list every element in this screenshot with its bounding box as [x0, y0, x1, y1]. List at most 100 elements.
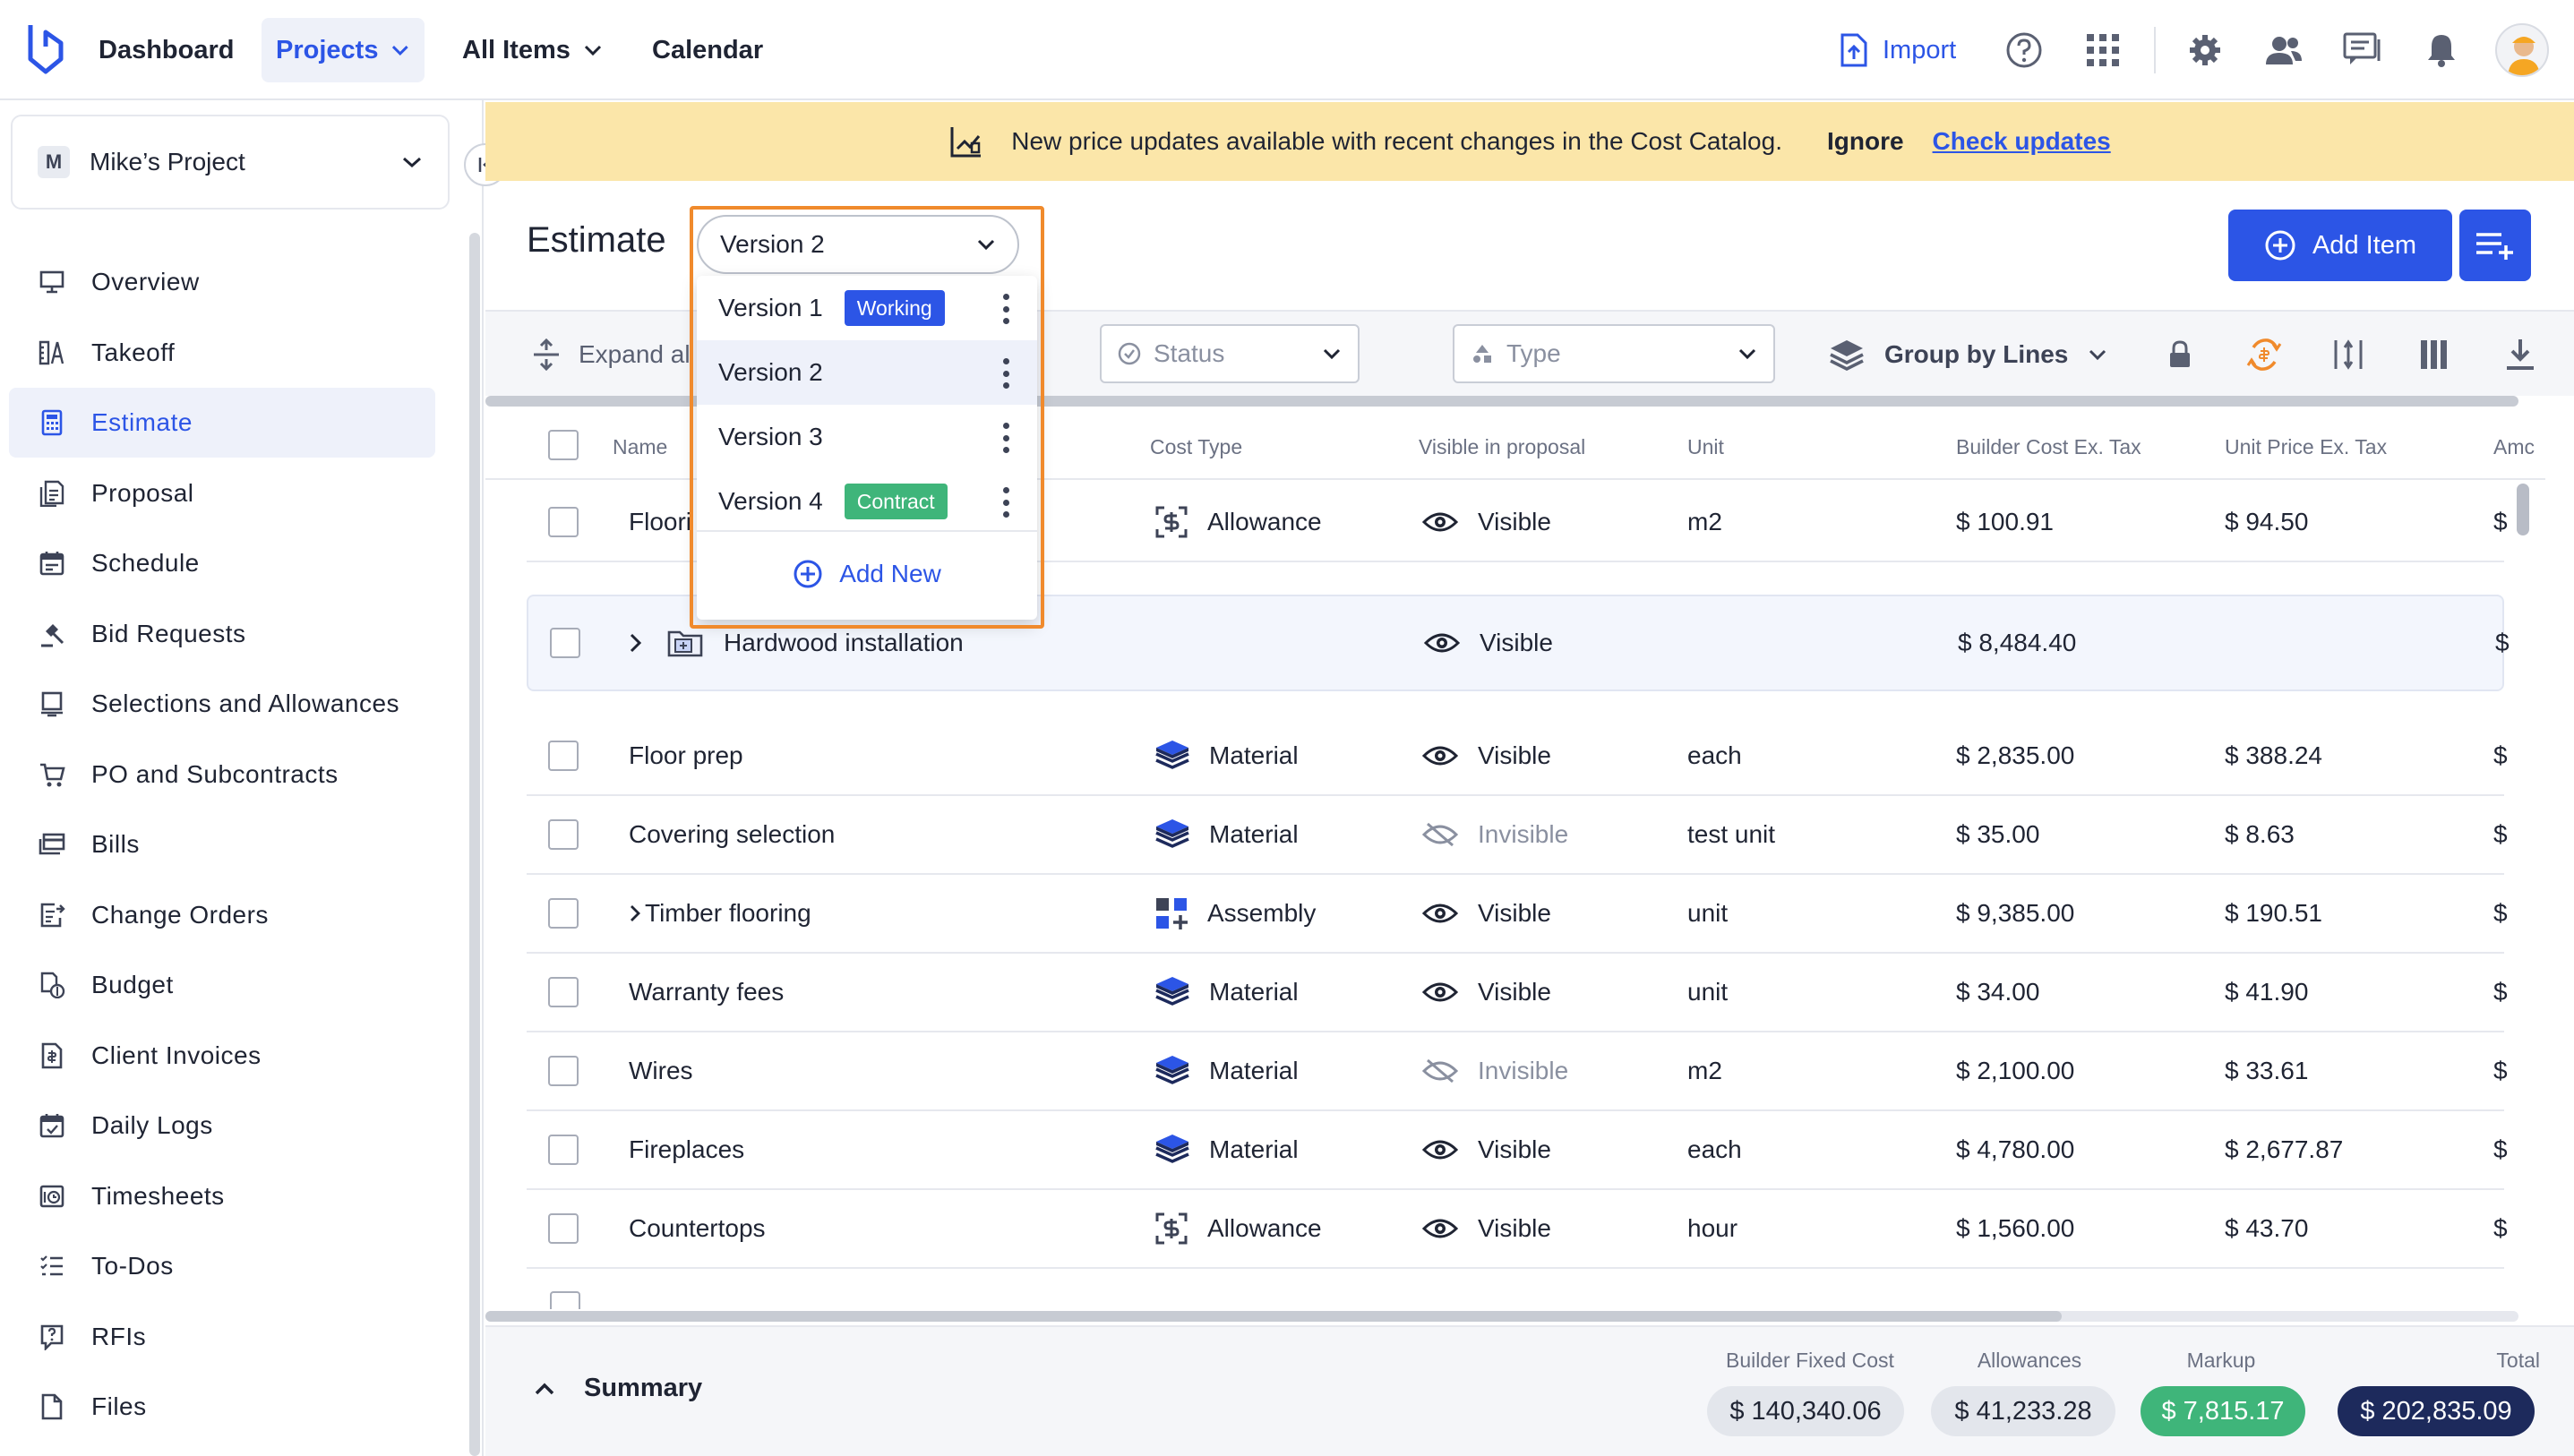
- apps-grid-icon[interactable]: [2081, 29, 2124, 72]
- row-unit: each: [1687, 1135, 1742, 1163]
- project-selector[interactable]: M Mike’s Project: [11, 115, 450, 210]
- download-icon[interactable]: [2497, 331, 2544, 378]
- group-by-lines-dropdown[interactable]: Group by Lines: [1829, 331, 2107, 378]
- row-checkbox[interactable]: [548, 1213, 579, 1244]
- eye-off-icon: [1422, 1058, 1458, 1084]
- check-updates-link[interactable]: Check updates: [1933, 127, 2111, 156]
- table-row[interactable]: Wires Material Invisible m2 $ 2,100.00 $…: [527, 1032, 2508, 1111]
- columns-icon[interactable]: [2411, 331, 2458, 378]
- select-all-checkbox[interactable]: [548, 430, 579, 460]
- row-cost-type: Material: [1154, 738, 1299, 774]
- nav-all-items[interactable]: All Items: [448, 18, 617, 82]
- col-amount[interactable]: Amc: [2493, 435, 2535, 459]
- eye-icon: [1422, 980, 1458, 1005]
- table-row[interactable]: Timber flooring Assembly Visible unit $ …: [527, 875, 2508, 954]
- nav-calendar[interactable]: Calendar: [638, 18, 777, 82]
- row-checkbox[interactable]: [548, 1056, 579, 1086]
- sidebar-item-files[interactable]: Files: [9, 1372, 435, 1442]
- add-list-button[interactable]: [2459, 210, 2531, 281]
- sidebar-item-daily-logs[interactable]: Daily Logs: [9, 1091, 435, 1161]
- row-visibility[interactable]: Visible: [1422, 1135, 1551, 1164]
- col-unit-price[interactable]: Unit Price Ex. Tax: [2225, 435, 2387, 459]
- status-filter[interactable]: Status: [1100, 324, 1360, 383]
- row-checkbox[interactable]: [548, 898, 579, 929]
- sidebar-item-label: Timesheets: [91, 1182, 225, 1210]
- row-cost-type: Allowance: [1154, 504, 1322, 540]
- sidebar-item-schedule[interactable]: Schedule: [9, 528, 435, 598]
- expand-all-button[interactable]: Expand al: [532, 331, 691, 378]
- app-logo-icon[interactable]: [25, 20, 66, 77]
- row-checkbox[interactable]: [548, 741, 579, 771]
- sidebar-item-takeoff[interactable]: Takeoff: [9, 318, 435, 388]
- horizontal-scrollbar-bottom[interactable]: [485, 1311, 2062, 1322]
- user-avatar[interactable]: [2495, 23, 2549, 77]
- col-builder-cost[interactable]: Builder Cost Ex. Tax: [1956, 435, 2141, 459]
- messages-icon[interactable]: [2341, 29, 2384, 72]
- eye-icon: [1422, 1137, 1458, 1162]
- add-item-button[interactable]: Add Item: [2228, 210, 2452, 281]
- material-icon: [1154, 974, 1191, 1010]
- row-name: Wires: [629, 1057, 693, 1084]
- table-row[interactable]: Covering selection Material Invisible te…: [527, 796, 2508, 875]
- row-builder-cost: $ 35.00: [1956, 820, 2040, 848]
- col-cost-type[interactable]: Cost Type: [1150, 435, 1242, 459]
- row-amount: $: [2493, 1135, 2508, 1163]
- table-row[interactable]: Countertops Allowance Visible hour $ 1,5…: [527, 1190, 2508, 1269]
- sidebar-scrollbar[interactable]: [469, 233, 480, 1456]
- col-name[interactable]: Name: [613, 435, 667, 459]
- sidebar-item-po-and-subcontracts[interactable]: PO and Subcontracts: [9, 740, 435, 809]
- sidebar-item-overview[interactable]: Overview: [9, 247, 435, 317]
- sidebar-item-proposal[interactable]: Proposal: [9, 458, 435, 528]
- row-visibility[interactable]: Visible: [1422, 741, 1551, 770]
- row-name: Floor prep: [629, 741, 743, 769]
- todo-icon: [36, 1250, 68, 1282]
- col-unit[interactable]: Unit: [1687, 435, 1724, 459]
- type-filter[interactable]: Type: [1453, 324, 1775, 383]
- sidebar-item-bills[interactable]: Bills: [9, 809, 435, 879]
- sync-prices-icon[interactable]: [2241, 331, 2287, 378]
- row-builder-cost: $ 2,100.00: [1956, 1057, 2075, 1084]
- row-unit-price: $ 190.51: [2225, 899, 2322, 927]
- row-checkbox[interactable]: [548, 977, 579, 1007]
- chevron-down-icon: [1323, 348, 1341, 360]
- sidebar-item-to-dos[interactable]: To-Dos: [9, 1231, 435, 1301]
- row-checkbox[interactable]: [548, 1135, 579, 1165]
- row-visibility[interactable]: Visible: [1422, 508, 1551, 536]
- sidebar-item-timesheets[interactable]: Timesheets: [9, 1161, 435, 1231]
- row-checkbox[interactable]: [548, 507, 579, 537]
- col-visible[interactable]: Visible in proposal: [1419, 435, 1585, 459]
- ignore-link[interactable]: Ignore: [1827, 127, 1904, 156]
- sidebar-item-budget[interactable]: Budget: [9, 950, 435, 1020]
- column-resize-icon[interactable]: [2325, 331, 2372, 378]
- sidebar-item-change-orders[interactable]: Change Orders: [9, 880, 435, 950]
- settings-gear-icon[interactable]: [2184, 29, 2227, 72]
- sidebar-item-client-invoices[interactable]: Client Invoices: [9, 1021, 435, 1091]
- nav-projects[interactable]: Projects: [262, 18, 425, 82]
- nav-dashboard[interactable]: Dashboard: [84, 18, 248, 82]
- row-checkbox[interactable]: [548, 819, 579, 850]
- row-name[interactable]: Timber flooring: [629, 899, 811, 928]
- daily-log-icon: [36, 1109, 68, 1142]
- sidebar-item-bid-requests[interactable]: Bid Requests: [9, 599, 435, 669]
- import-button[interactable]: Import: [1840, 29, 1956, 72]
- row-visibility[interactable]: Visible: [1422, 978, 1551, 1006]
- row-checkbox[interactable]: [550, 628, 580, 658]
- table-row[interactable]: Floor prep Material Visible each $ 2,835…: [527, 717, 2508, 796]
- row-visibility[interactable]: Invisible: [1422, 820, 1568, 849]
- table-row[interactable]: Warranty fees Material Visible unit $ 34…: [527, 954, 2508, 1032]
- help-icon[interactable]: [2003, 29, 2046, 72]
- row-visibility[interactable]: Visible: [1424, 629, 1553, 657]
- lock-icon[interactable]: [2157, 331, 2203, 378]
- summary-toggle[interactable]: Summary: [534, 1374, 702, 1403]
- row-visibility[interactable]: Invisible: [1422, 1057, 1568, 1085]
- expand-chevron-icon[interactable]: [629, 632, 643, 654]
- sidebar-item-estimate[interactable]: Estimate: [9, 388, 435, 458]
- table-row[interactable]: Fireplaces Material Visible each $ 4,780…: [527, 1111, 2508, 1190]
- team-users-icon[interactable]: [2262, 29, 2305, 72]
- row-visibility[interactable]: Visible: [1422, 1214, 1551, 1243]
- notifications-bell-icon[interactable]: [2420, 29, 2463, 72]
- row-visibility[interactable]: Visible: [1422, 899, 1551, 928]
- vertical-scrollbar[interactable]: [2517, 484, 2529, 535]
- sidebar-item-selections-and-allowances[interactable]: Selections and Allowances: [9, 669, 435, 739]
- sidebar-item-rfis[interactable]: RFIs: [9, 1302, 435, 1372]
